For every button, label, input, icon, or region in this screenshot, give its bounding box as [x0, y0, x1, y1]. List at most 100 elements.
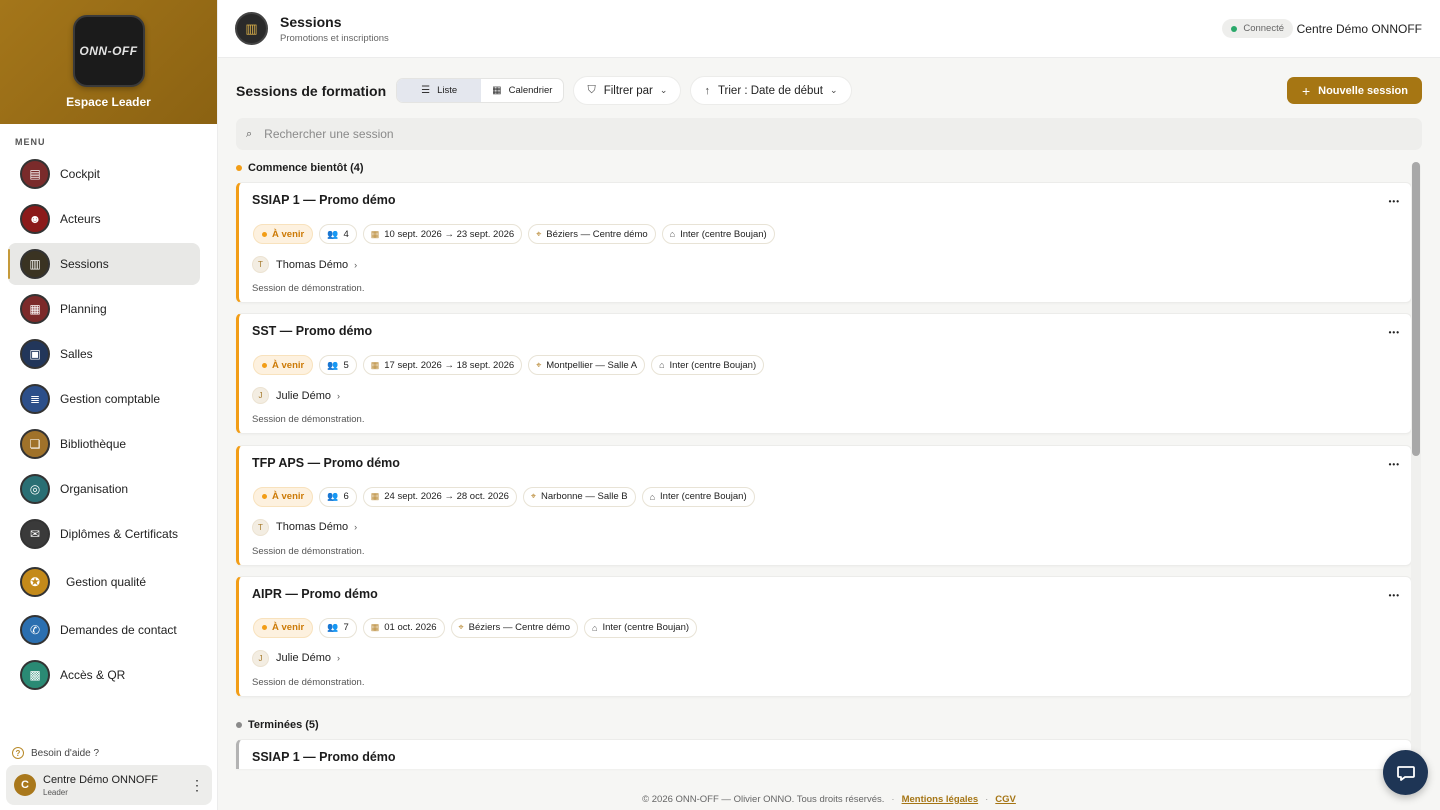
session-card[interactable]: SSIAP 1 — Promo démo: [236, 739, 1412, 769]
session-title: TFP APS — Promo démo: [252, 455, 400, 470]
trainer-link[interactable]: J Julie Démo ›: [252, 649, 341, 667]
chevron-right-icon: ›: [337, 653, 341, 664]
sidebar-item-label: Organisation: [60, 482, 129, 496]
more-horizontal-icon[interactable]: •••: [1389, 328, 1400, 337]
footer-separator: ·: [985, 793, 989, 805]
brand-logo-text: ONN-OFF: [79, 44, 138, 58]
sidebar-item-sessions[interactable]: ▥ Sessions: [8, 243, 200, 285]
location-chip-label: Montpellier — Salle A: [546, 359, 638, 371]
session-card[interactable]: SSIAP 1 — Promo démo ••• À venir 👥 4 ▦ 10 sept…: [236, 182, 1412, 303]
sidebar-menu: ▤ Cockpit ☻ Acteurs ▥ Sessions ▦ Planning ▣ Salle…: [0, 153, 217, 696]
filter-icon: ⛉: [587, 84, 596, 96]
trainer-link[interactable]: T Thomas Démo ›: [252, 518, 358, 536]
session-chips: À venir 👥 6 ▦ 24 sept. 2026 → 28 oct. 2026 ⌖ N…: [253, 486, 761, 507]
more-horizontal-icon[interactable]: •••: [1389, 591, 1400, 600]
sidebar-item-diplômes-certificats[interactable]: ✉ Diplômes & Certificats: [8, 513, 200, 555]
dates-chip-label: 01 oct. 2026: [384, 622, 437, 634]
status-badge: À venir: [253, 224, 314, 244]
type-chip: ⌂ Inter (centre Boujan): [584, 617, 698, 638]
room-icon: ▣: [20, 339, 50, 369]
brand-title: Espace Leader: [66, 95, 151, 109]
participants-chip-label: 7: [343, 622, 349, 634]
type-chip: ⌂ Inter (centre Boujan): [651, 355, 765, 376]
filter-button[interactable]: ⛉ Filtrer par ⌄: [573, 76, 682, 105]
sort-button[interactable]: ↑ Trier : Date de début ⌄: [690, 76, 852, 105]
session-title: SSIAP 1 — Promo démo: [252, 193, 396, 207]
more-vertical-icon[interactable]: ⋮: [190, 777, 204, 794]
new-session-label: Nouvelle session: [1318, 84, 1408, 97]
session-title: SST — Promo démo: [252, 324, 373, 339]
user-card[interactable]: C Centre Démo ONNOFF Leader ⋮: [6, 765, 212, 805]
brand-header: ONN-OFF Espace Leader: [0, 0, 217, 124]
dates-chip-label: 10 sept. 2026 → 23 sept. 2026: [384, 228, 515, 240]
people-icon: 👥: [327, 491, 339, 502]
sidebar-item-label: Diplômes & Certificats: [60, 527, 179, 541]
session-card[interactable]: SST — Promo démo ••• À venir 👥 5 ▦ 17 sept. 20…: [236, 313, 1412, 435]
filter-label: Filtrer par: [603, 84, 653, 97]
quality-icon: ✪: [20, 567, 50, 597]
calendar-icon: ▦: [370, 359, 380, 370]
trainer-avatar: T: [252, 256, 269, 273]
more-horizontal-icon[interactable]: •••: [1389, 197, 1400, 206]
sidebar-item-label: Gestion comptable: [60, 392, 161, 406]
session-card[interactable]: AIPR — Promo démo ••• À venir 👥 7 ▦ 01 oct. 20…: [236, 575, 1412, 697]
scrollbar-thumb[interactable]: [1412, 162, 1420, 456]
sidebar-item-label: Salles: [60, 347, 93, 361]
type-chip: ⌂ Inter (centre Boujan): [641, 486, 755, 507]
sidebar-item-label: Sessions: [60, 257, 109, 271]
participants-chip: 👥 7: [319, 617, 357, 638]
chat-button[interactable]: [1383, 750, 1428, 795]
session-description: Session de démonstration.: [252, 676, 365, 688]
sidebar-item-salles[interactable]: ▣ Salles: [8, 333, 200, 375]
footer-copyright: © 2026 ONN-OFF — Olivier ONNO. Tous droi…: [642, 793, 885, 805]
organisation-name[interactable]: Centre Démo ONNOFF: [1297, 22, 1422, 36]
calendar-view-button[interactable]: ▦ Calendrier: [481, 79, 563, 102]
location-chip-label: Béziers — Centre démo: [468, 622, 570, 634]
arrow-up-icon: ↑: [704, 84, 710, 97]
chevron-right-icon: ›: [354, 522, 358, 533]
dashboard-icon: ▤: [20, 159, 50, 189]
scrollbar[interactable]: [1411, 162, 1421, 782]
library-icon: ❏: [20, 429, 50, 459]
session-card[interactable]: TFP APS — Promo démo ••• À venir 👥 6 ▦ 24 sept…: [236, 444, 1412, 566]
calendar-icon: ▦: [20, 294, 50, 324]
cgv-link[interactable]: CGV: [995, 794, 1016, 805]
status-label: À venir: [272, 491, 305, 503]
sidebar: ONN-OFF Espace Leader MENU ▤ Cockpit ☻ Acte…: [0, 0, 218, 810]
trainer-link[interactable]: J Julie Démo ›: [252, 387, 340, 405]
user-name: Centre Démo ONNOFF: [43, 773, 158, 786]
calendar-icon: ▦: [370, 622, 380, 633]
new-session-button[interactable]: + Nouvelle session: [1286, 77, 1422, 104]
sidebar-item-cockpit[interactable]: ▤ Cockpit: [8, 153, 200, 195]
session-chips: À venir 👥 4 ▦ 10 sept. 2026 → 23 sept. 2026 ⌖…: [253, 224, 781, 244]
sidebar-item-demandes-de-contact[interactable]: ✆ Demandes de contact: [8, 609, 200, 651]
session-description: Session de démonstration.: [252, 283, 365, 294]
sidebar-item-label: Demandes de contact: [60, 623, 177, 637]
location-chip-label: Béziers — Centre démo: [546, 228, 648, 240]
location-chip-label: Narbonne — Salle B: [540, 491, 628, 503]
help-link[interactable]: ? Besoin d'aide ?: [12, 747, 99, 759]
sidebar-item-gestion-qualité[interactable]: ✪ Gestion qualité: [8, 558, 200, 606]
search-input[interactable]: [264, 127, 1422, 141]
trainer-avatar: J: [252, 649, 269, 667]
sidebar-item-acteurs[interactable]: ☻ Acteurs: [8, 198, 200, 240]
chevron-down-icon: ⌄: [659, 85, 668, 95]
legal-link[interactable]: Mentions légales: [902, 794, 979, 805]
participants-chip: 👥 5: [319, 355, 357, 376]
list-view-button[interactable]: ☰ Liste: [397, 79, 482, 102]
status-label: À venir: [272, 622, 305, 634]
trainer-link[interactable]: T Thomas Démo ›: [252, 256, 357, 273]
brand-logo[interactable]: ONN-OFF: [72, 15, 145, 87]
more-horizontal-icon[interactable]: •••: [1389, 460, 1400, 469]
sidebar-item-organisation[interactable]: ◎ Organisation: [8, 468, 200, 510]
location-chip: ⌖ Béziers — Centre démo: [450, 617, 578, 638]
diploma-icon: ✉: [20, 519, 50, 549]
session-title: AIPR — Promo démo: [252, 586, 378, 601]
sidebar-item-accès-qr[interactable]: ▩ Accès & QR: [8, 654, 200, 696]
participants-chip-label: 6: [343, 491, 349, 503]
sidebar-item-planning[interactable]: ▦ Planning: [8, 288, 200, 330]
calendar-icon: ▦: [370, 491, 380, 502]
sidebar-item-bibliothèque[interactable]: ❏ Bibliothèque: [8, 423, 200, 465]
topbar: ▥ Sessions Promotions et inscriptions Co…: [218, 0, 1440, 58]
sidebar-item-gestion-comptable[interactable]: ≣ Gestion comptable: [8, 378, 200, 420]
